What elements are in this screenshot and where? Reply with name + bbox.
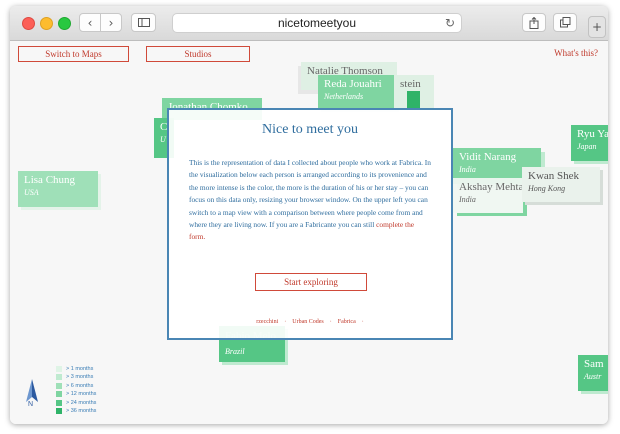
legend-swatch [56,399,62,406]
person-country: Japan [577,142,597,151]
modal-body-text: This is the representation of data I col… [189,158,431,230]
new-tab-button[interactable]: + [588,16,606,38]
close-window-button[interactable] [22,17,35,30]
legend-item: > 24 months [56,399,96,406]
duration-legend: > 1 months > 3 months > 6 months > 12 mo… [56,365,96,416]
address-bar[interactable]: nicetomeetyou ↻ [172,13,462,33]
legend-label: > 24 months [66,399,97,406]
person-card[interactable]: Lisa Chung USA [18,171,98,207]
person-name: Reda Jouahri [324,78,382,90]
legend-label: > 6 months [66,382,94,389]
chevron-left-icon: ‹ [87,15,93,30]
person-name: Lisa Chung [24,174,76,186]
person-country: Brazil [225,347,245,356]
legend-swatch [56,408,62,415]
person-country: Netherlands [324,92,364,101]
person-name: Sam [584,358,604,370]
person-country: Austr [584,372,602,381]
person-name: Vidit Narang [459,151,517,163]
person-card[interactable]: Kwan Shek Hong Kong [522,167,600,202]
legend-swatch [56,374,62,381]
person-name: Akshay Mehta [459,181,524,193]
compass-north-label: N [28,401,34,408]
modal-title: Nice to meet you [261,122,359,137]
browser-titlebar: ‹ › nicetomeetyou ↻ + [10,6,608,41]
person-country: India [459,195,476,204]
modal-body: This is the representation of data I col… [189,157,431,244]
whats-this-link[interactable]: What's this? [554,48,598,58]
plus-icon: + [591,20,603,34]
person-name: Ryu Ya [577,128,608,140]
person-card[interactable]: Sam Austr [578,355,608,391]
chevron-right-icon: › [108,15,114,30]
share-button[interactable] [522,13,546,32]
legend-item: > 36 months [56,407,97,415]
legend-label: > 3 months [66,374,94,381]
person-country: Hong Kong [528,184,566,193]
forward-button[interactable]: › [100,13,122,32]
person-name: Kwan Shek [528,170,580,182]
person-card[interactable]: Ryu Ya Japan [571,125,608,161]
legend-label: > 1 months [66,365,94,372]
person-country: USA [24,188,39,197]
url-text: nicetomeetyou [277,16,357,30]
person-name: stein [400,78,421,90]
page-content: Switch to Maps Studios What's this? Nata… [10,41,608,424]
credit-link-rzecchini[interactable]: rzecchini [256,319,278,325]
color-block [407,91,420,109]
start-exploring-button[interactable]: Start exploring [255,273,367,291]
tabs-button[interactable] [553,13,577,32]
studios-button[interactable]: Studios [146,46,250,62]
separator: · [329,319,332,325]
credits-links: rzecchini · Urban Codes · Fabrica · [169,319,451,325]
sidebar-icon [137,18,150,27]
back-button[interactable]: ‹ [79,13,101,32]
credit-link-fabrica[interactable]: Fabrica [338,319,356,325]
legend-item: > 1 months [56,365,96,372]
tabs-icon [559,17,570,28]
zoom-window-button[interactable] [58,17,71,30]
intro-modal: Nice to meet you This is the representat… [167,108,453,340]
legend-item: > 6 months [56,382,96,389]
browser-window: ‹ › nicetomeetyou ↻ + Switch to Maps Stu… [10,6,608,424]
share-icon [529,16,539,29]
reload-icon[interactable]: ↻ [445,16,455,30]
legend-swatch [56,391,62,398]
legend-item: > 3 months [56,373,96,381]
legend-label: > 12 months [66,391,97,398]
legend-item: > 12 months [56,390,97,398]
minimize-window-button[interactable] [40,17,53,30]
person-card[interactable]: Akshay Mehta India [453,178,523,213]
person-card[interactable]: Reda Jouahri Netherlands [318,75,396,109]
separator: · [361,319,364,325]
sidebar-button[interactable] [131,13,156,32]
legend-label: > 36 months [66,408,97,415]
credit-link-urban-codes[interactable]: Urban Codes [292,319,324,325]
legend-swatch [56,365,62,372]
separator: · [284,319,287,325]
switch-to-maps-button[interactable]: Switch to Maps [18,46,129,62]
legend-swatch [56,382,62,389]
